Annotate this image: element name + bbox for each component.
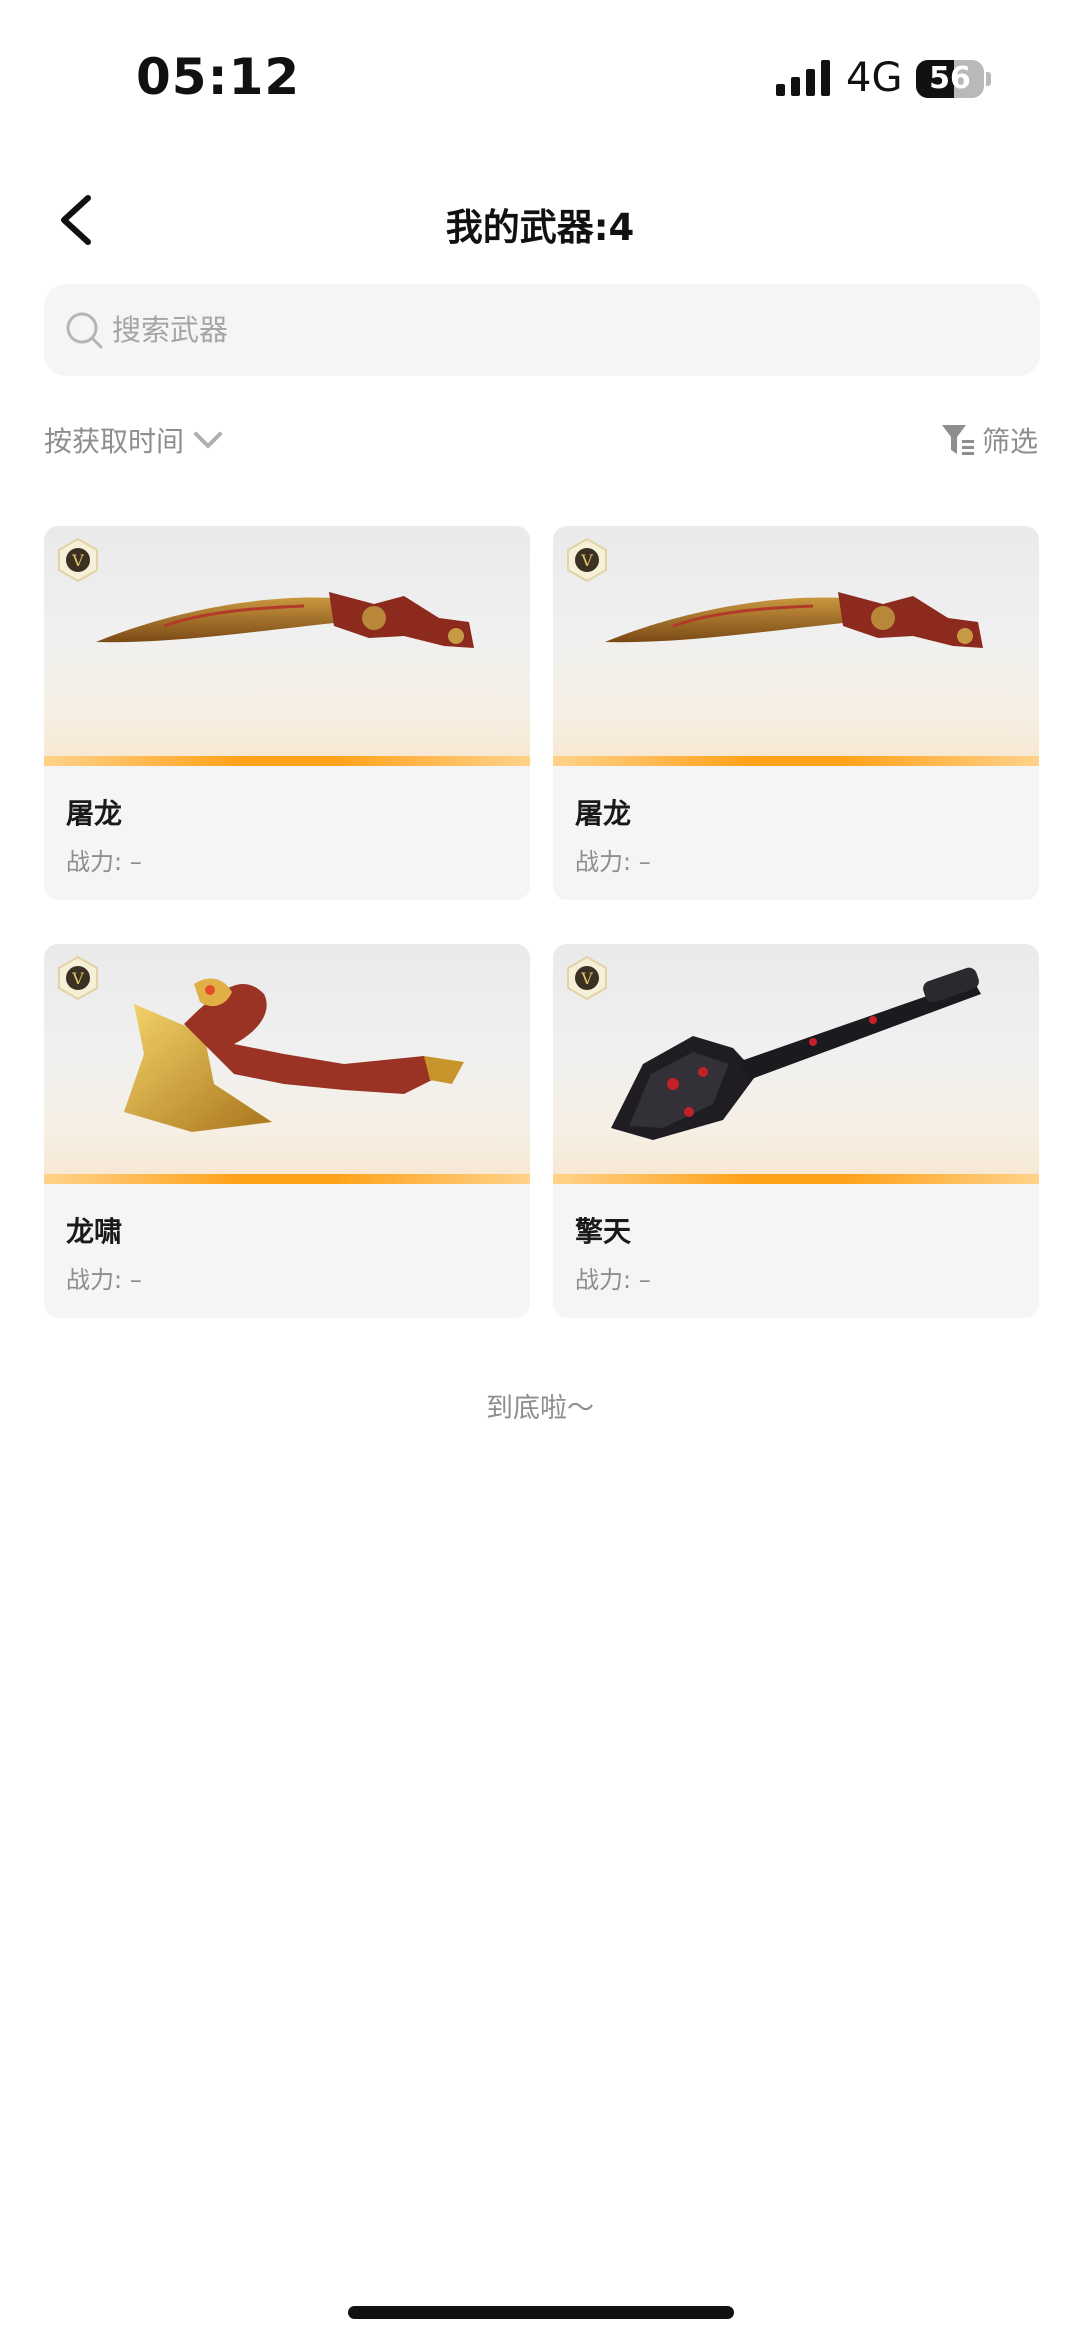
weapon-card[interactable]: V 屠龙 战力: – — [553, 526, 1039, 900]
sort-dropdown[interactable]: 按获取时间 — [44, 420, 224, 460]
status-bar: 05:12 4G 56 — [0, 0, 1080, 150]
search-icon — [66, 312, 103, 349]
weapon-power: 战力: – — [66, 1266, 142, 1294]
home-indicator[interactable] — [348, 2306, 734, 2319]
badge-letter: V — [71, 551, 84, 570]
filter-button[interactable]: 筛选 — [940, 420, 1038, 460]
v-rank-badge-icon: V — [567, 956, 607, 1000]
sort-label: 按获取时间 — [44, 425, 185, 458]
weapon-name: 擎天 — [575, 1215, 632, 1248]
rarity-bar — [553, 756, 1039, 766]
weapon-name: 屠龙 — [66, 797, 123, 830]
machete-dragon-icon — [605, 592, 983, 648]
weapon-name: 龙啸 — [66, 1215, 123, 1248]
cellular-signal-icon — [776, 60, 830, 96]
weapon-art: V — [44, 526, 530, 766]
weapon-name: 屠龙 — [575, 797, 632, 830]
rarity-bar — [44, 1174, 530, 1184]
weapon-card[interactable]: V 龙啸 战力: – — [44, 944, 530, 1318]
chevron-down-icon — [194, 432, 223, 448]
page-title: 我的武器:4 — [445, 206, 635, 249]
golden-dragon-axe-icon — [124, 978, 464, 1132]
rarity-bar — [553, 1174, 1039, 1184]
badge-letter: V — [580, 969, 593, 988]
weapon-power: 战力: – — [575, 848, 651, 876]
v-rank-badge-icon: V — [58, 538, 98, 582]
badge-letter: V — [580, 551, 593, 570]
v-rank-badge-icon: V — [567, 538, 607, 582]
weapon-card[interactable]: V 擎天 战力: – — [553, 944, 1039, 1318]
network-type: 4G — [846, 55, 903, 101]
weapon-art: V — [44, 944, 530, 1184]
black-red-shovel-icon — [611, 967, 981, 1140]
battery-icon: 56 — [916, 60, 984, 98]
end-of-list-text: 到底啦～ — [486, 1393, 594, 1424]
weapon-card[interactable]: V 屠龙 战力: – — [44, 526, 530, 900]
v-rank-badge-icon: V — [58, 956, 98, 1000]
weapon-power: 战力: – — [66, 848, 142, 876]
search-bar[interactable] — [44, 284, 1040, 376]
battery-level: 56 — [929, 61, 971, 96]
status-time: 05:12 — [136, 48, 301, 106]
battery-tip — [986, 72, 991, 86]
weapon-art: V — [553, 526, 1039, 766]
machete-dragon-icon — [96, 592, 474, 648]
weapon-art: V — [553, 944, 1039, 1184]
filter-icon — [941, 425, 974, 455]
filter-label: 筛选 — [981, 425, 1038, 458]
weapon-power: 战力: – — [575, 1266, 651, 1294]
badge-letter: V — [71, 969, 84, 988]
search-input[interactable] — [112, 284, 1012, 376]
rarity-bar — [44, 756, 530, 766]
